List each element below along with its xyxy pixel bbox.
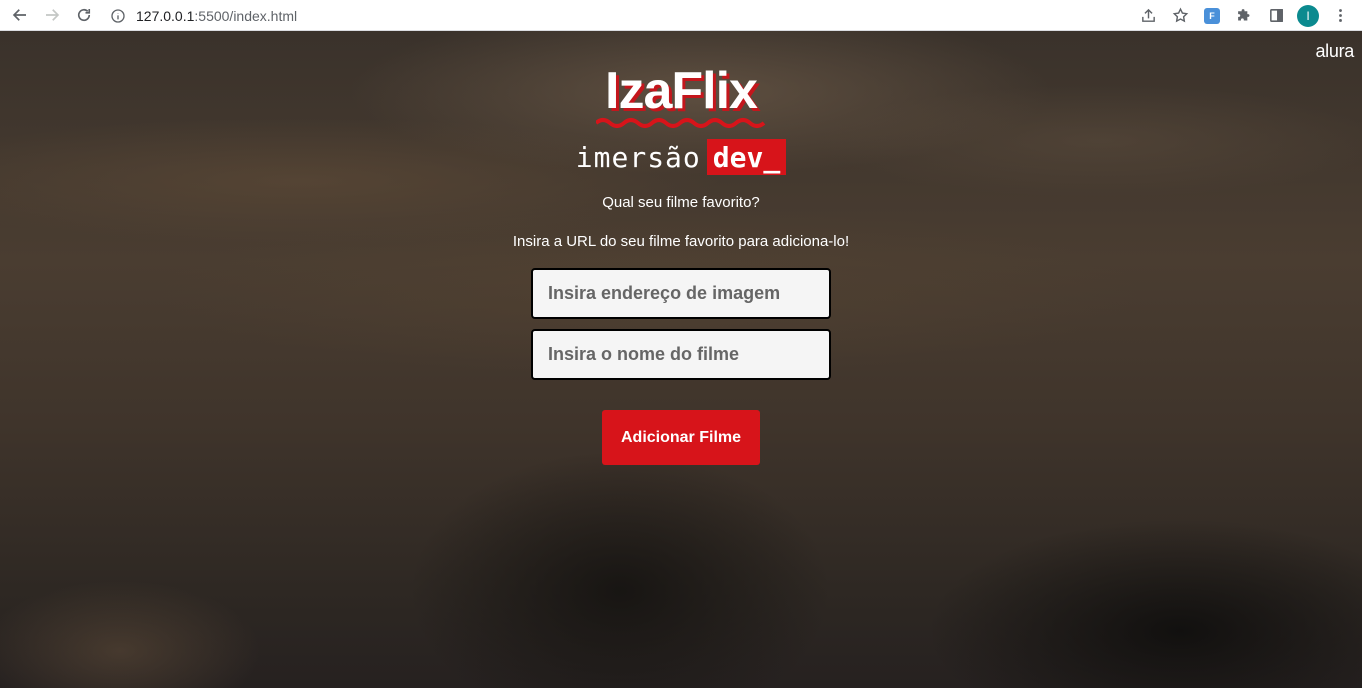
wave-underline-icon (596, 118, 766, 128)
reload-icon (77, 8, 91, 22)
browser-menu-button[interactable] (1324, 0, 1356, 31)
url-host: 127.0.0.1 (136, 7, 195, 24)
instruction-text: Insira a URL do seu filme favorito para … (512, 233, 850, 250)
side-panel-button[interactable] (1260, 0, 1292, 31)
forward-button[interactable] (36, 0, 68, 31)
brand-name: IzaFlix (605, 62, 758, 120)
extension-badge-icon: F (1204, 7, 1220, 24)
bookmark-button[interactable] (1164, 0, 1196, 31)
reload-button[interactable] (68, 0, 100, 31)
dev-badge: dev_ (706, 139, 787, 175)
extension-button[interactable]: F (1196, 0, 1228, 31)
question-text: Qual seu filme favorito? (602, 194, 760, 211)
side-panel-icon (1269, 9, 1283, 22)
imersao-dev-logo: imersão dev_ (575, 139, 787, 175)
address-bar[interactable]: 127.0.0.1:5500/index.html (110, 0, 297, 31)
add-movie-button[interactable]: Adicionar Filme (602, 410, 760, 465)
share-icon (1141, 8, 1155, 22)
arrow-left-icon (12, 9, 26, 21)
movie-name-input[interactable] (531, 329, 831, 380)
toolbar-actions: F I (1132, 0, 1356, 31)
puzzle-icon (1237, 9, 1249, 21)
kebab-menu-icon (1338, 9, 1342, 22)
extensions-menu-button[interactable] (1228, 0, 1260, 31)
info-icon[interactable] (110, 8, 126, 24)
arrow-right-icon (46, 9, 60, 21)
star-icon (1172, 7, 1188, 23)
imersao-word: imersão (575, 140, 701, 174)
share-button[interactable] (1132, 0, 1164, 31)
back-button[interactable] (4, 0, 36, 31)
profile-button[interactable]: I (1292, 0, 1324, 31)
avatar: I (1297, 4, 1319, 27)
page-viewport: alura IzaFlix imersão dev_ Qual seu film… (0, 31, 1362, 688)
browser-toolbar: 127.0.0.1:5500/index.html F I (0, 0, 1362, 31)
brand-logo: IzaFlix (596, 61, 766, 131)
main-content: IzaFlix imersão dev_ Qual seu filme favo… (0, 31, 1362, 465)
url-path: :5500/index.html (194, 7, 298, 24)
image-url-input[interactable] (531, 268, 831, 319)
